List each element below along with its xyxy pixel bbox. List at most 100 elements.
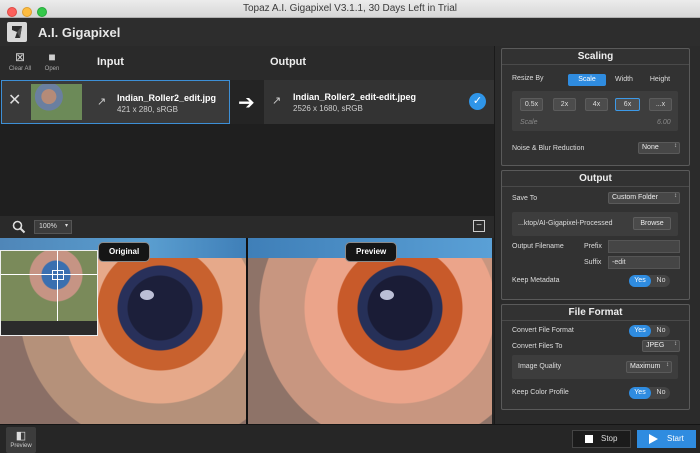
zoom-magnifier-icon[interactable] (12, 220, 26, 234)
app-title: A.I. Gigapixel (38, 25, 121, 40)
scale-option-custom[interactable]: ...x (649, 98, 672, 111)
scale-option-0-5x[interactable]: 0.5x (520, 98, 543, 111)
resize-mode-width[interactable]: Width (608, 74, 640, 86)
keep-metadata-yes[interactable]: Yes (629, 275, 651, 287)
zoom-select[interactable]: 100% ▾ (34, 220, 72, 234)
suffix-label: Suffix (584, 259, 602, 266)
window-title: Topaz A.I. Gigapixel V3.1.1, 30 Days Lef… (242, 3, 457, 14)
image-quality-value: Maximum (630, 363, 661, 370)
stop-icon (585, 435, 593, 443)
image-quality-box: Image Quality Maximum ↕ (512, 355, 678, 379)
keep-color-profile-toggle[interactable]: Yes No (629, 387, 670, 399)
prefix-input[interactable] (608, 240, 680, 253)
topaz-logo-icon (7, 22, 27, 42)
clear-all-label: Clear All (8, 66, 32, 72)
scale-option-6x[interactable]: 6x (615, 98, 640, 111)
open-label: Open (44, 66, 60, 72)
output-title: Output (579, 173, 612, 184)
scaling-title: Scaling (577, 51, 614, 62)
input-thumbnail (31, 84, 82, 120)
open-button[interactable]: ■ Open (38, 50, 66, 72)
eye-highlight (140, 290, 154, 300)
image-quality-label: Image Quality (518, 363, 562, 370)
convert-to-select[interactable]: JPEG ↕ (642, 340, 680, 352)
browse-button[interactable]: Browse (633, 217, 671, 230)
keep-metadata-label: Keep Metadata (512, 277, 560, 284)
app-header: A.I. Gigapixel (0, 18, 700, 46)
input-file-card[interactable]: ✕ ↗ Indian_Roller2_edit.jpg 421 x 280, s… (1, 80, 230, 124)
file-queue-area (0, 124, 494, 216)
scale-value[interactable]: 6.00 (657, 119, 671, 126)
noise-blur-label: Noise & Blur Reduction (512, 145, 585, 152)
original-image-pane[interactable]: Original (0, 238, 246, 424)
input-file-name: Indian_Roller2_edit.jpg (117, 93, 217, 103)
stop-button[interactable]: Stop (572, 430, 631, 448)
clear-all-button[interactable]: ⊠ Clear All (6, 50, 34, 72)
chevron-updown-icon: ↕ (666, 362, 669, 368)
file-format-panel: File Format Convert File Format Yes No C… (501, 304, 690, 410)
navigator-crosshair-vertical (57, 251, 58, 321)
image-quality-select[interactable]: Maximum ↕ (626, 361, 672, 373)
preview-label: Preview (345, 242, 398, 262)
preview-toggle-label: Preview (10, 443, 32, 449)
prefix-label: Prefix (584, 243, 602, 250)
keep-color-profile-label: Keep Color Profile (512, 389, 569, 396)
remove-file-icon[interactable]: ✕ (8, 90, 21, 110)
noise-blur-select[interactable]: None ↕ (638, 142, 680, 154)
scale-option-2x[interactable]: 2x (553, 98, 576, 111)
input-heading: Input (97, 56, 124, 68)
convert-format-yes[interactable]: Yes (629, 325, 651, 337)
toolbar: ⊠ Clear All ■ Open Input Output (0, 46, 494, 80)
collapse-view-icon[interactable]: − (473, 220, 485, 232)
file-row: ✕ ↗ Indian_Roller2_edit.jpg 421 x 280, s… (0, 80, 494, 124)
keep-color-profile-yes[interactable]: Yes (629, 387, 651, 399)
output-path-box: ...ktop/AI-Gigapixel-Processed Browse (512, 212, 678, 236)
preview-toggle-button[interactable]: ◧ Preview (6, 427, 36, 453)
save-to-select[interactable]: Custom Folder ↕ (608, 192, 680, 204)
scale-caption: Scale (520, 119, 538, 126)
clear-all-icon: ⊠ (14, 50, 26, 64)
checkmark-icon: ✓ (469, 93, 486, 110)
convert-format-no[interactable]: No (653, 325, 669, 337)
gigapixel-window: Topaz A.I. Gigapixel V3.1.1, 30 Days Lef… (0, 0, 700, 453)
resize-mode-scale[interactable]: Scale (568, 74, 606, 86)
resize-mode-height[interactable]: Height (642, 74, 678, 86)
convert-format-toggle[interactable]: Yes No (629, 325, 670, 337)
arrow-right-icon: ➔ (238, 92, 255, 114)
keep-metadata-toggle[interactable]: Yes No (629, 275, 670, 287)
navigator-minimap[interactable] (0, 250, 98, 336)
resize-by-label: Resize By (512, 75, 544, 82)
navigator-crosshair-horizontal (1, 274, 97, 275)
chevron-updown-icon: ↕ (674, 341, 677, 347)
eye-highlight (380, 290, 394, 300)
start-button[interactable]: Start (637, 430, 696, 448)
preview-image-pane[interactable]: Preview (248, 238, 492, 424)
open-external-icon[interactable]: ↗ (272, 94, 281, 107)
chevron-updown-icon: ↕ (674, 193, 677, 199)
scale-option-4x[interactable]: 4x (585, 98, 608, 111)
save-to-value: Custom Folder (612, 194, 658, 201)
chevron-updown-icon: ↕ (674, 143, 677, 149)
suffix-input[interactable]: -edit (608, 256, 680, 269)
file-format-title: File Format (568, 307, 623, 318)
play-icon (649, 434, 658, 444)
output-heading: Output (270, 56, 307, 68)
navigator-thumbnail (1, 251, 97, 321)
convert-to-label: Convert Files To (512, 343, 563, 350)
zoom-value: 100% (39, 223, 57, 230)
scaling-panel: Scaling Resize By Scale Width Height 0.5… (501, 48, 690, 166)
navigator-viewport-box[interactable] (52, 270, 64, 280)
keep-color-profile-no[interactable]: No (653, 387, 669, 399)
output-file-name: Indian_Roller2_edit-edit.jpeg (293, 92, 417, 102)
output-panel: Output Save To Custom Folder ↕ ...ktop/AI… (501, 170, 690, 300)
keep-metadata-no[interactable]: No (653, 275, 669, 287)
scale-options-box: 0.5x 2x 4x 6x ...x Scale 6.00 (512, 91, 678, 131)
panel-separator (502, 186, 689, 187)
convert-format-label: Convert File Format (512, 327, 574, 334)
original-label: Original (98, 242, 151, 262)
output-filename-label: Output Filename (512, 243, 564, 250)
open-external-icon[interactable]: ↗ (97, 95, 106, 108)
save-to-label: Save To (512, 195, 538, 202)
output-file-meta: 2526 x 1680, sRGB (293, 104, 363, 113)
output-file-card[interactable]: ↗ Indian_Roller2_edit-edit.jpeg 2526 x 1… (264, 80, 494, 124)
